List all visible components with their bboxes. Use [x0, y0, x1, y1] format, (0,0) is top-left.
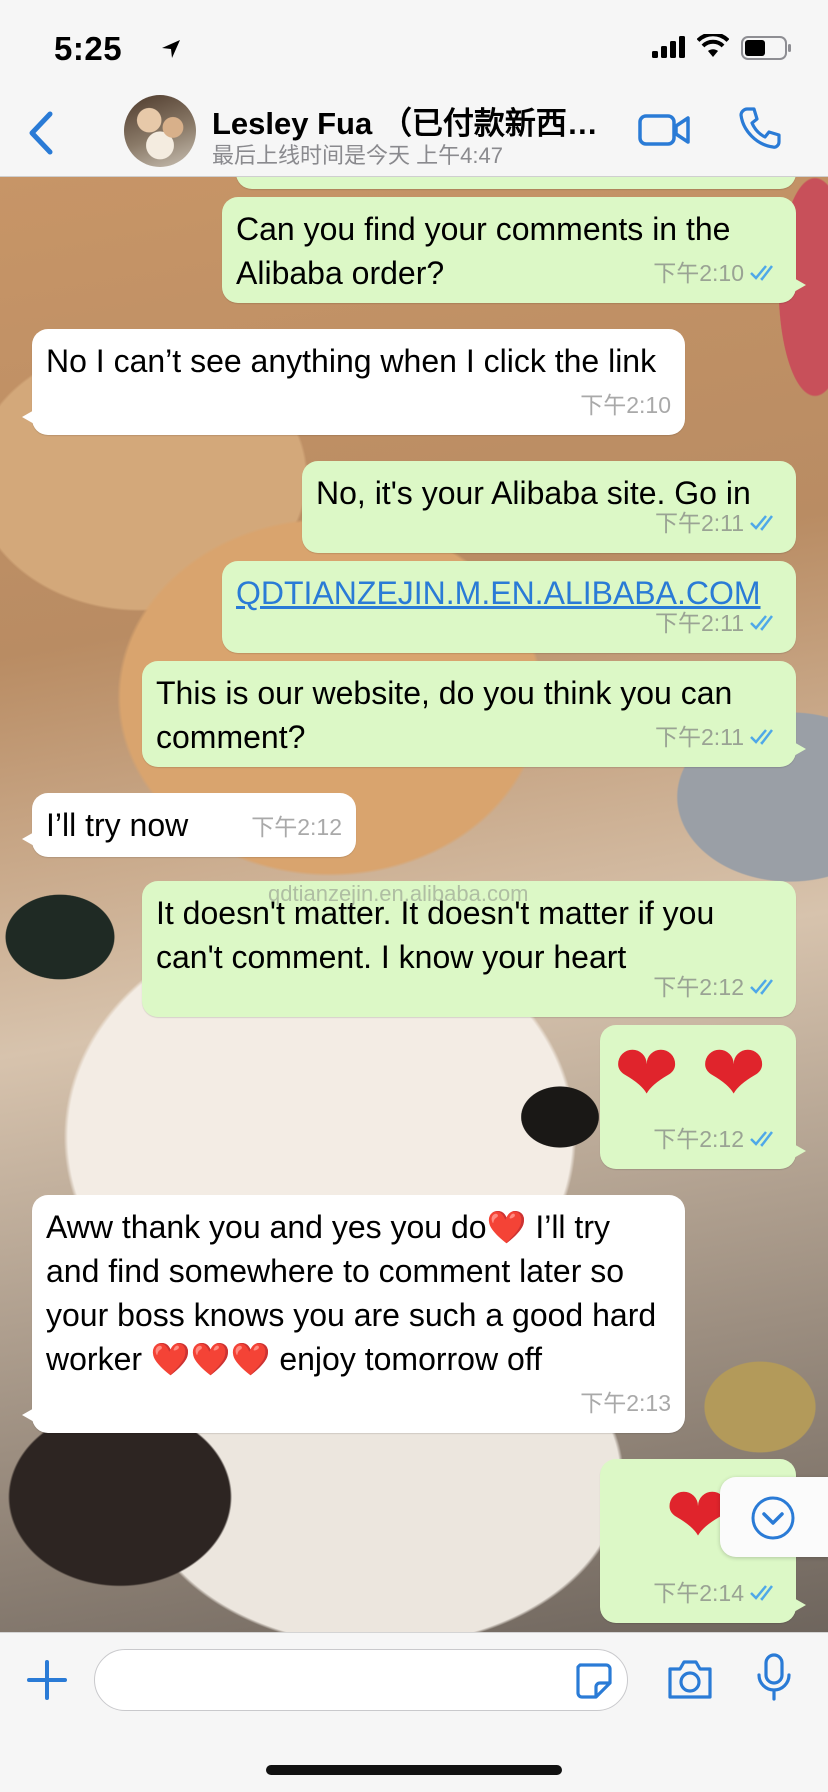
message-meta: 下午2:11 [655, 715, 782, 759]
home-indicator [266, 1765, 562, 1775]
message-bubble-outgoing[interactable]: ❤ ❤ 下午2:12 [600, 1025, 806, 1169]
voice-call-icon[interactable] [738, 106, 782, 150]
message-time: 下午2:13 [580, 1390, 671, 1416]
bubble-tail [792, 1597, 806, 1613]
status-bar: 5:25 [0, 0, 828, 90]
last-seen-status: 最后上线时间是今天 上午4:47 [212, 143, 503, 168]
contact-name[interactable]: Lesley Fua （已付款新西… [212, 98, 612, 143]
contact-avatar[interactable] [124, 95, 196, 167]
message-bubble-partial [236, 177, 796, 189]
message-input[interactable] [94, 1649, 628, 1711]
bubble-tail [22, 831, 36, 847]
read-receipt-icon [750, 979, 773, 995]
wifi-icon [697, 34, 729, 57]
message-time: 下午2:12 [653, 1126, 744, 1152]
message-time: 下午2:12 [251, 814, 342, 840]
scroll-to-bottom-button[interactable] [720, 1477, 828, 1557]
message-bubble-incoming[interactable]: No I can’t see anything when I click the… [22, 329, 685, 435]
message-meta: 下午2:13 [580, 1381, 671, 1425]
microphone-icon[interactable] [756, 1653, 792, 1703]
read-receipt-icon [750, 1585, 773, 1601]
read-receipt-icon [750, 1131, 773, 1147]
message-meta: 下午2:11 [655, 501, 782, 545]
read-receipt-icon [750, 265, 773, 281]
message-text: No I can’t see anything when I click the… [46, 343, 657, 379]
message-bubble-incoming[interactable]: I’ll try now 下午2:12 [22, 793, 356, 857]
message-meta: 下午2:12 [653, 965, 782, 1009]
message-bubble-outgoing[interactable]: QDTIANZEJIN.M.EN.ALIBABA.COM 下午2:11 [222, 561, 796, 653]
message-meta: 下午2:10 [653, 251, 782, 295]
message-time: 下午2:10 [653, 260, 744, 286]
watermark-text: qdtianzejin.en.alibaba.com [268, 881, 529, 906]
message-time: 下午2:10 [580, 392, 671, 418]
camera-icon[interactable] [666, 1657, 714, 1701]
message-text: Aww thank you and yes you do❤️ I’ll try … [46, 1209, 666, 1377]
plus-icon[interactable] [26, 1659, 68, 1701]
message-time: 下午2:12 [653, 974, 744, 1000]
message-composer [0, 1632, 828, 1792]
message-bubble-incoming[interactable]: Aww thank you and yes you do❤️ I’ll try … [22, 1195, 685, 1433]
read-receipt-icon [750, 729, 773, 745]
bubble-tail [792, 277, 806, 293]
message-meta: 下午2:12 [653, 1117, 782, 1161]
video-call-icon[interactable] [638, 110, 690, 150]
message-time: 下午2:11 [654, 510, 744, 536]
cellular-signal-icon [652, 36, 685, 58]
message-time: 下午2:14 [653, 1580, 744, 1606]
heart-emoji: ❤ ❤ [614, 1029, 767, 1117]
battery-icon [741, 36, 791, 60]
message-meta: 下午2:11 [655, 601, 782, 645]
message-meta: 下午2:12 [251, 805, 342, 849]
message-time: 下午2:11 [654, 724, 744, 750]
message-bubble-outgoing[interactable]: This is our website, do you think you ca… [142, 661, 806, 767]
chat-header: Lesley Fua （已付款新西… 最后上线时间是今天 上午4:47 [0, 90, 828, 177]
chevron-down-icon [751, 1496, 795, 1540]
message-time: 下午2:11 [654, 610, 744, 636]
chat-messages[interactable]: Can you find your comments in the Alibab… [0, 177, 828, 1632]
sticker-icon[interactable] [574, 1661, 612, 1699]
bubble-tail [792, 741, 806, 757]
location-arrow-icon [162, 40, 180, 58]
bubble-tail [22, 1407, 36, 1423]
bubble-tail [22, 409, 36, 425]
message-meta: 下午2:10 [580, 383, 671, 427]
message-meta: 下午2:14 [653, 1571, 782, 1615]
bubble-tail [792, 1143, 806, 1159]
back-chevron-icon[interactable] [22, 108, 58, 158]
message-bubble-outgoing[interactable]: No, it's your Alibaba site. Go in 下午2:11 [302, 461, 796, 553]
read-receipt-icon [750, 615, 773, 631]
status-time: 5:25 [54, 30, 123, 67]
message-bubble-outgoing[interactable]: Can you find your comments in the Alibab… [222, 197, 806, 303]
read-receipt-icon [750, 515, 773, 531]
